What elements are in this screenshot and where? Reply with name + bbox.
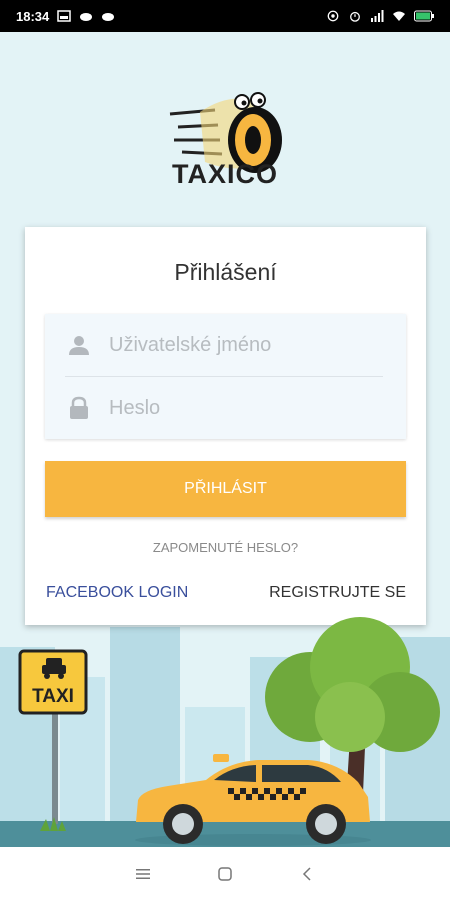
facebook-login-link[interactable]: FACEBOOK LOGIN [46, 584, 188, 602]
home-icon [218, 866, 232, 881]
android-nav-bar [0, 847, 450, 900]
app-logo-text: TAXICO [172, 159, 278, 189]
battery-icon [414, 10, 434, 22]
back-icon [302, 866, 311, 881]
login-card: Přihlášení PŘIHLÁSIT ZAPOMENUTÉ HESLO? F… [25, 227, 426, 625]
menu-button[interactable] [135, 866, 151, 882]
taxi-car-illustration [135, 754, 371, 846]
signal-icon [371, 10, 384, 22]
register-link[interactable]: REGISTRUJTE SE [269, 584, 406, 602]
menu-icon [136, 868, 150, 879]
password-field[interactable] [45, 377, 406, 439]
login-title: Přihlášení [174, 259, 277, 285]
status-time: 18:34 [16, 8, 50, 24]
alarm-icon [350, 11, 360, 22]
wifi-icon [393, 11, 405, 21]
lock-icon [70, 396, 88, 419]
nfc-icon [327, 10, 339, 22]
password-input[interactable] [109, 396, 359, 420]
login-button[interactable]: PŘIHLÁSIT [45, 461, 406, 517]
taxi-sign-illustration: TAXI [18, 649, 88, 831]
username-input[interactable] [109, 333, 359, 357]
cloud-notification-icon-2 [102, 13, 115, 21]
forgot-password-link[interactable]: ZAPOMENUTÉ HESLO? [25, 540, 426, 555]
status-bar: 18:34 [0, 0, 450, 32]
user-icon [69, 336, 89, 355]
cloud-notification-icon [80, 13, 93, 21]
login-screen: TAXICO Přihlášení PŘIHLÁSIT ZAPOMENUTÉ H… [0, 32, 450, 847]
gallery-notification-icon [57, 10, 71, 22]
back-button[interactable] [299, 866, 315, 882]
taxi-sign-text: TAXI [32, 686, 74, 707]
credentials-box [45, 314, 406, 439]
home-button[interactable] [217, 866, 233, 882]
username-field[interactable] [45, 314, 406, 376]
